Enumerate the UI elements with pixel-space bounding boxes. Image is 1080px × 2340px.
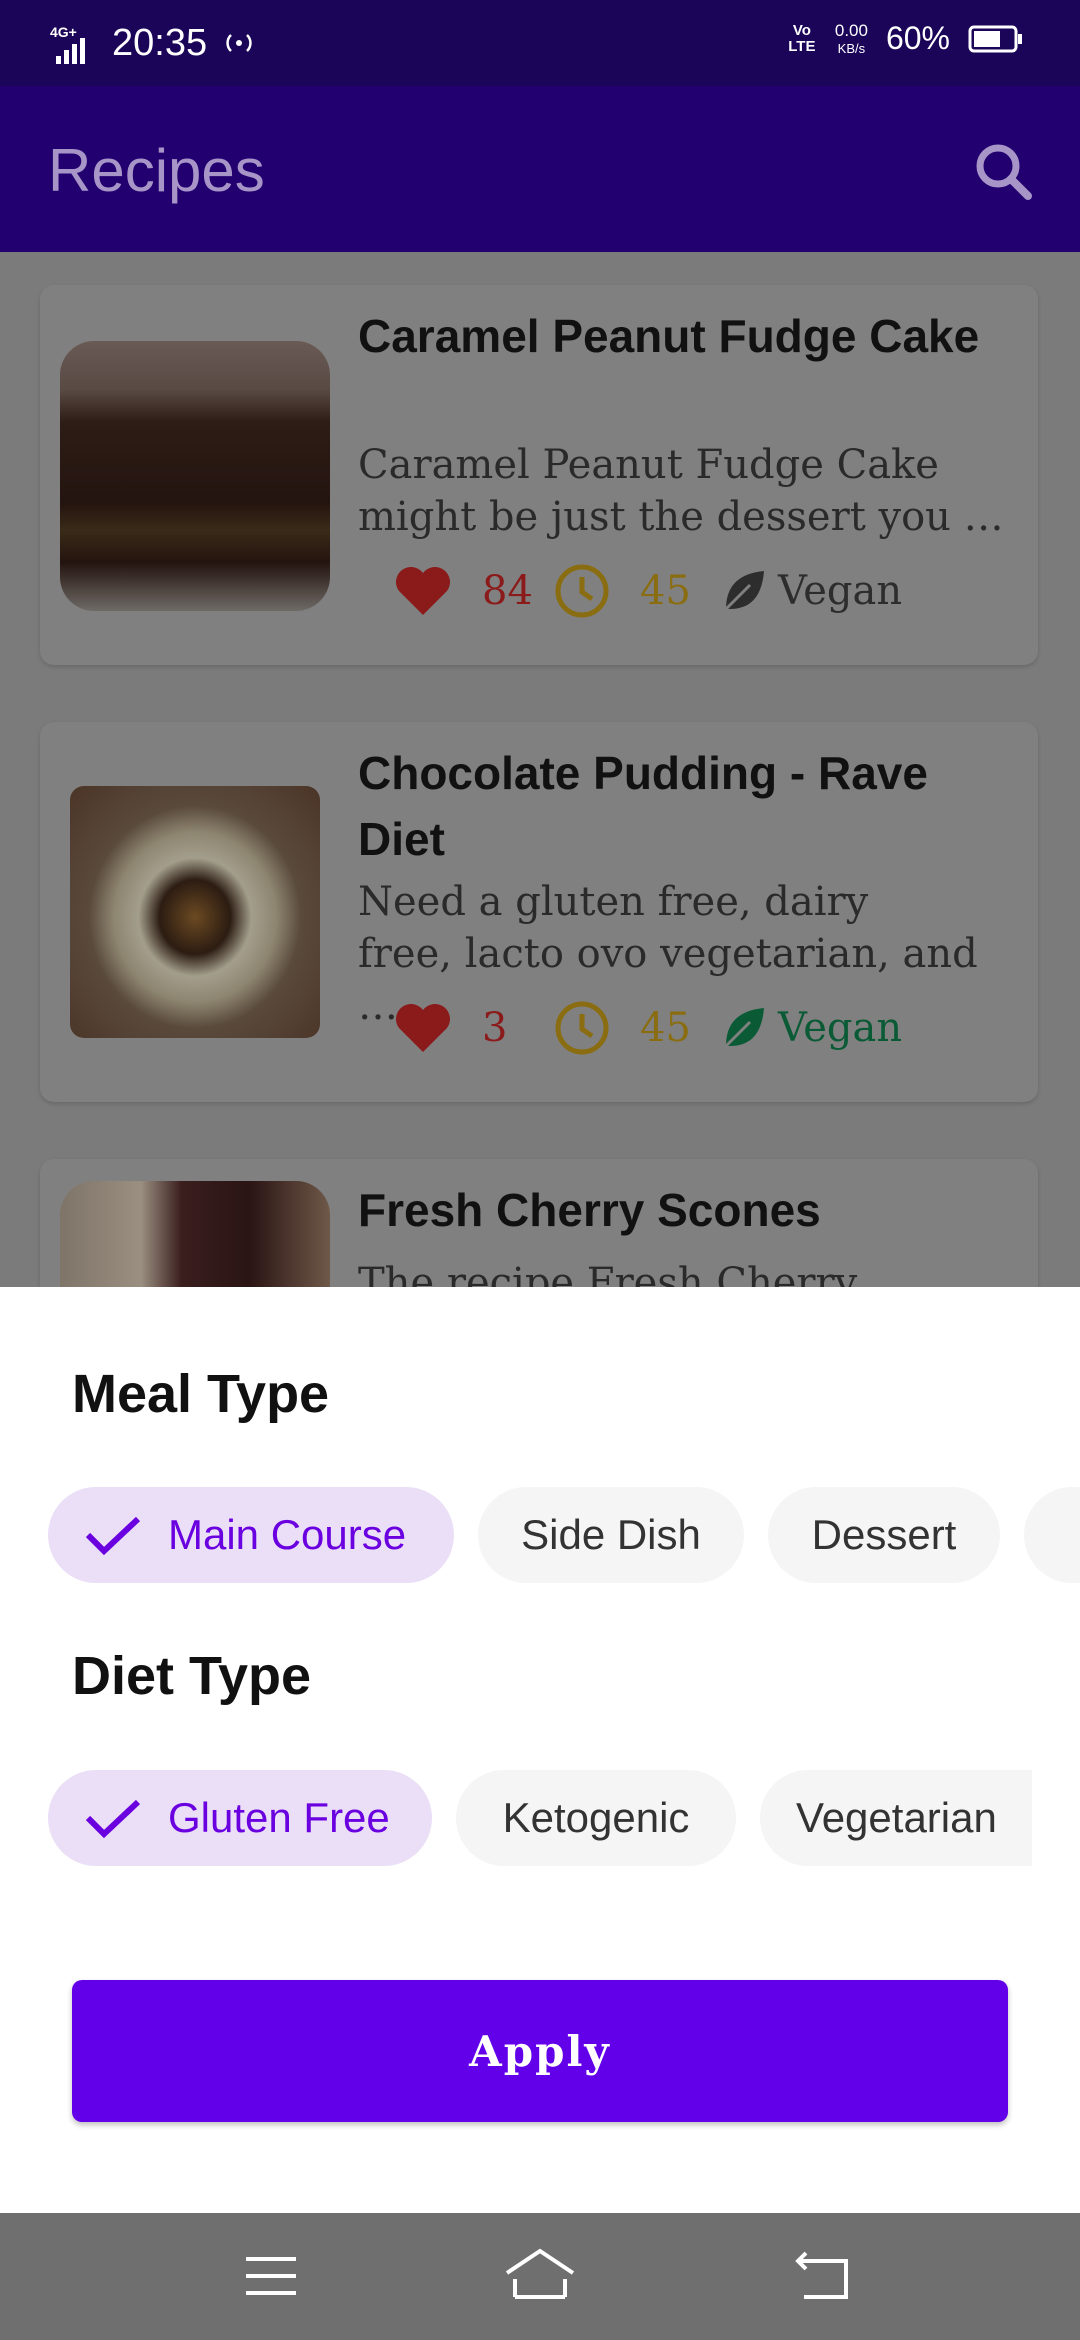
clock: 20:35 [112, 21, 208, 64]
likes-count: 3 [482, 1005, 508, 1051]
chip-side-dish[interactable]: Side Dish [478, 1487, 744, 1583]
hotspot-icon [226, 34, 252, 52]
diet-type-title: Diet Type [72, 1646, 312, 1706]
chip-next-partial[interactable] [1024, 1487, 1080, 1583]
recipe-title: Chocolate Pudding - Rave Diet [358, 747, 928, 865]
recipe-title: Fresh Cherry Scones [358, 1184, 821, 1236]
clock-icon [555, 1001, 609, 1055]
recipe-image [60, 1181, 330, 1287]
recipe-card[interactable]: Caramel Peanut Fudge Cake Caramel Peanut… [40, 285, 1038, 665]
recipe-description: The recipe Fresh Cherry [358, 1260, 858, 1287]
chip-label: Main Course [168, 1511, 407, 1558]
cook-time: 45 [640, 568, 691, 614]
network-speed: 0.00 KB/s [834, 21, 868, 56]
chip-dessert[interactable]: Dessert [768, 1487, 1000, 1583]
chip-label: Side Dish [521, 1511, 701, 1558]
recipe-meta: 3 45 Vegan [394, 1000, 902, 1056]
recipe-card[interactable]: Chocolate Pudding - Rave Diet Need a glu… [40, 722, 1038, 1102]
leaf-icon [724, 1008, 764, 1048]
recipe-image [60, 341, 330, 611]
menu-icon[interactable] [236, 2241, 306, 2311]
search-icon[interactable] [964, 132, 1044, 212]
heart-icon [396, 1004, 450, 1052]
chip-label: Vegetarian [796, 1794, 997, 1841]
cook-time: 45 [640, 1005, 691, 1051]
navigation-bar [0, 2213, 1080, 2340]
volte-indicator: Vo LTE [788, 21, 816, 55]
recipe-list: Caramel Peanut Fudge Cake Caramel Peanut… [0, 252, 1080, 1287]
vegan-label: Vegan [778, 568, 903, 614]
recipe-title: Caramel Peanut Fudge Cake [358, 310, 980, 362]
check-icon [85, 1516, 141, 1555]
chip-vegetarian[interactable]: Vegetarian [760, 1770, 1032, 1866]
recipe-description: Caramel Peanut Fudge Cake might be just … [358, 442, 1004, 540]
recipe-image [70, 786, 320, 1038]
recipe-card[interactable]: Fresh Cherry Scones The recipe Fresh Che… [40, 1159, 1038, 1287]
recipe-meta: 84 45 Vegan [394, 563, 902, 619]
chip-ketogenic[interactable]: Ketogenic [456, 1770, 736, 1866]
status-bar: 4G+ 20:35 Vo LTE 0.00 KB/s 60% [0, 0, 1080, 86]
chip-label: Dessert [811, 1511, 957, 1558]
check-icon [85, 1799, 141, 1838]
chip-label: Gluten Free [168, 1794, 390, 1841]
filter-bottom-sheet: Meal Type Main Course Side Dish Dessert … [0, 1287, 1080, 2213]
app-bar: Recipes [0, 86, 1080, 252]
battery-percent: 60% [885, 20, 950, 56]
network-label: 4G+ [50, 24, 77, 40]
vegan-label: Vegan [778, 1005, 903, 1051]
chip-main-course[interactable]: Main Course [48, 1487, 454, 1583]
page-title: Recipes [48, 137, 265, 204]
home-icon[interactable] [505, 2241, 575, 2311]
meal-type-title: Meal Type [72, 1364, 330, 1424]
chip-gluten-free[interactable]: Gluten Free [48, 1770, 432, 1866]
battery-icon [968, 25, 1022, 52]
back-icon[interactable] [790, 2241, 860, 2311]
chip-label: Ketogenic [502, 1794, 690, 1841]
heart-icon [396, 567, 450, 615]
leaf-icon [724, 571, 764, 611]
likes-count: 84 [482, 568, 533, 614]
clock-icon [555, 564, 609, 618]
apply-button[interactable]: Apply [72, 1980, 1008, 2122]
